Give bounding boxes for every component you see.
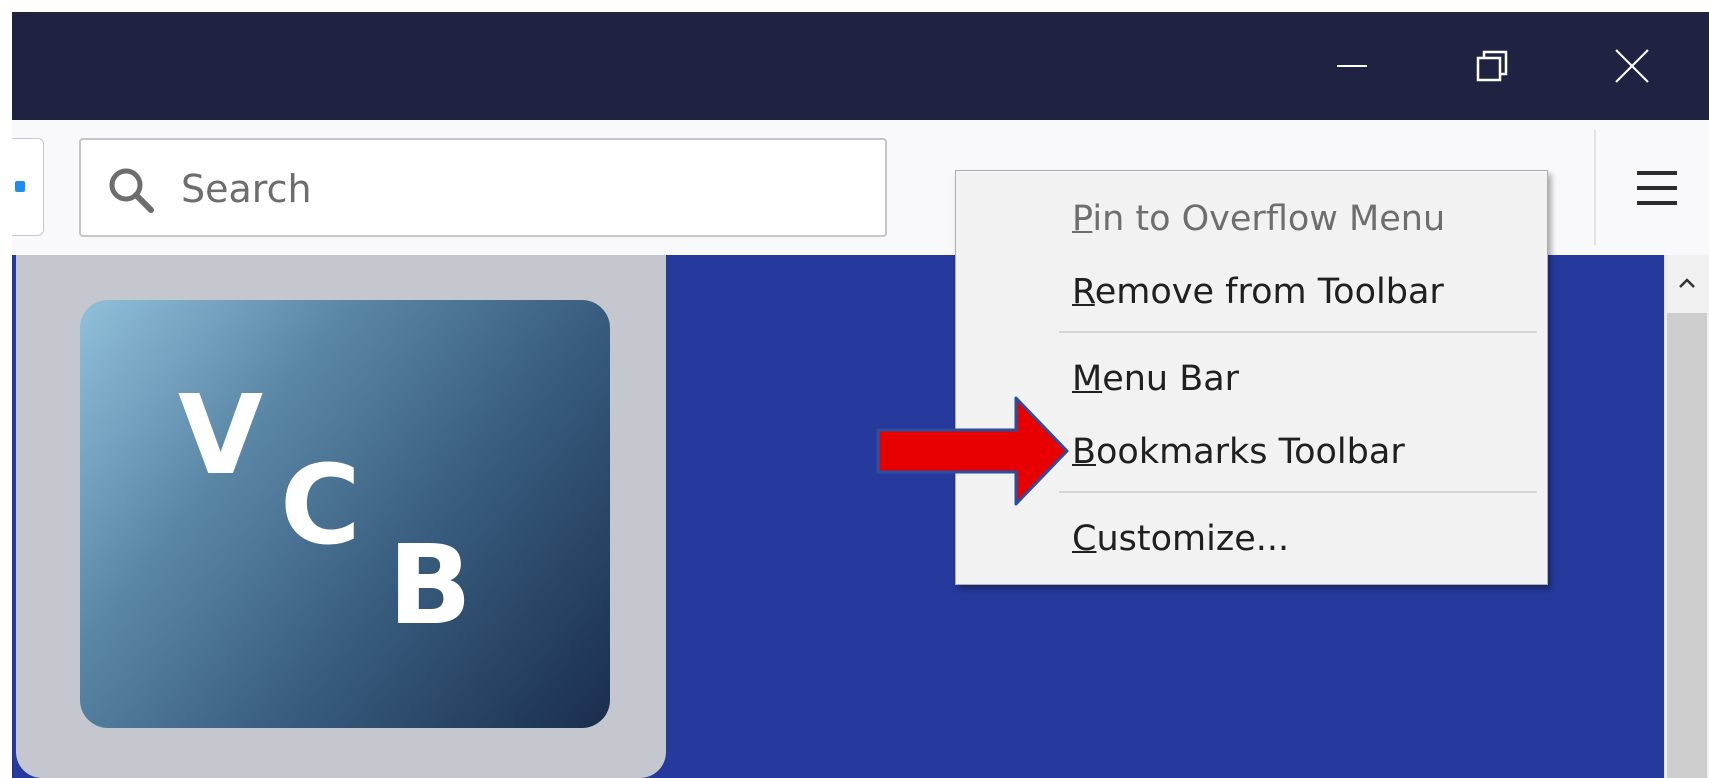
- title-bar: [12, 12, 1709, 120]
- menu-item-bookmarks-toolbar[interactable]: Bookmarks Toolbar: [1072, 426, 1405, 478]
- toolbar-context-menu: Pin to Overflow Menu Remove from Toolbar…: [955, 170, 1548, 585]
- url-bar-edge[interactable]: [12, 138, 44, 236]
- accel-key: M: [1072, 359, 1103, 399]
- vcb-logo: V C B: [80, 300, 610, 728]
- page-action-icon: [15, 181, 25, 192]
- menu-separator: [1059, 331, 1537, 333]
- search-input[interactable]: [181, 160, 861, 218]
- scroll-up-button[interactable]: [1665, 255, 1709, 310]
- red-arrow-annotation: [876, 396, 1069, 506]
- scrollbar-thumb[interactable]: [1667, 313, 1707, 778]
- menu-item-customize[interactable]: Customize...: [1072, 513, 1289, 565]
- menu-item-label: enu Bar: [1102, 359, 1240, 399]
- menu-item-menu-bar[interactable]: Menu Bar: [1072, 353, 1239, 405]
- menu-item-label: ustomize...: [1096, 519, 1290, 559]
- minimize-button[interactable]: [1282, 12, 1422, 120]
- search-icon: [109, 168, 154, 213]
- accel-key: P: [1072, 199, 1093, 239]
- logo-letter-v: V: [178, 371, 264, 499]
- menu-item-label: in to Overflow Menu: [1092, 199, 1446, 239]
- accel-key: R: [1072, 272, 1095, 312]
- accel-key: C: [1072, 519, 1097, 559]
- open-menu-button[interactable]: [1612, 148, 1702, 228]
- close-icon: [1615, 49, 1649, 83]
- menu-separator: [1059, 491, 1537, 493]
- arrow-shape: [876, 396, 1069, 506]
- vertical-scrollbar[interactable]: [1664, 255, 1709, 778]
- close-button[interactable]: [1562, 12, 1702, 120]
- chevron-up-icon: [1679, 277, 1695, 288]
- menu-item-remove-from-toolbar[interactable]: Remove from Toolbar: [1072, 266, 1444, 318]
- restore-button[interactable]: [1422, 12, 1562, 120]
- menu-item-pin-to-overflow[interactable]: Pin to Overflow Menu: [1072, 193, 1445, 245]
- logo-letter-b: B: [388, 521, 472, 649]
- menu-item-label: emove from Toolbar: [1094, 272, 1444, 312]
- menu-item-label: ookmarks Toolbar: [1096, 432, 1405, 472]
- logo-letter-c: C: [280, 441, 361, 569]
- hamburger-menu-icon: [1637, 171, 1677, 205]
- minimize-icon: [1337, 65, 1367, 67]
- logo-frame: V C B: [16, 255, 666, 778]
- accel-key: B: [1072, 432, 1097, 472]
- toolbar-divider: [1594, 130, 1596, 245]
- restore-icon: [1476, 50, 1508, 82]
- search-box[interactable]: [79, 138, 887, 237]
